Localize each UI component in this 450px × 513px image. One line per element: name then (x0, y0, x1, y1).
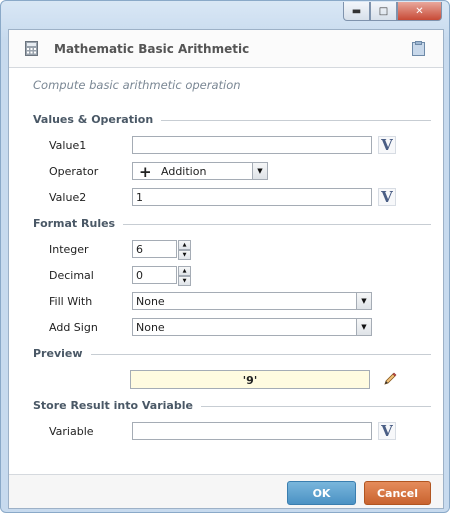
dialog-title: Mathematic Basic Arithmetic (54, 42, 250, 56)
window-frame: ▬ □ ✕ Mathematic Basic Arithmetic Comput… (0, 0, 450, 513)
dropdown-arrow[interactable]: ▼ (356, 319, 371, 335)
integer-input[interactable]: 6 (132, 240, 177, 258)
insert-variable-button[interactable]: V (378, 422, 396, 440)
section-preview: Preview (33, 347, 431, 361)
decimal-label: Decimal (49, 269, 94, 282)
stepper-up-icon[interactable]: ▲ (178, 266, 191, 276)
stepper-down-icon[interactable]: ▼ (178, 250, 191, 260)
fill-with-select[interactable]: None ▼ (132, 292, 372, 310)
stepper-up-icon[interactable]: ▲ (178, 240, 191, 250)
section-title: Preview (33, 347, 91, 360)
integer-stepper[interactable]: ▲ ▼ (178, 240, 191, 260)
minimize-icon: ▬ (351, 5, 362, 17)
dropdown-arrow[interactable]: ▼ (252, 163, 267, 179)
value2-label: Value2 (49, 191, 87, 204)
divider (33, 354, 431, 355)
window-controls: ▬ □ ✕ (343, 2, 442, 21)
preview-output: '9' (130, 370, 370, 389)
value1-label: Value1 (49, 139, 87, 152)
clipboard-icon[interactable] (412, 41, 425, 56)
calculator-icon (25, 41, 38, 56)
section-store-result: Store Result into Variable (33, 399, 431, 413)
plus-icon: + (139, 163, 152, 181)
decimal-input[interactable]: 0 (132, 266, 177, 284)
section-values-operation: Values & Operation (33, 113, 431, 127)
cancel-button[interactable]: Cancel (364, 481, 431, 505)
section-title: Store Result into Variable (33, 399, 201, 412)
dialog-footer: OK Cancel (9, 474, 443, 508)
value1-input[interactable] (132, 136, 372, 154)
integer-label: Integer (49, 243, 89, 256)
dialog-header: Mathematic Basic Arithmetic (9, 30, 443, 68)
variable-label: Variable (49, 425, 94, 438)
close-button[interactable]: ✕ (397, 2, 442, 21)
dialog-description: Compute basic arithmetic operation (33, 78, 241, 92)
operator-select[interactable]: + Addition ▼ (132, 162, 268, 181)
dialog-client: Mathematic Basic Arithmetic Compute basi… (8, 29, 444, 509)
add-sign-select[interactable]: None ▼ (132, 318, 372, 336)
variable-v-icon: V (381, 188, 393, 206)
variable-input[interactable] (132, 422, 372, 440)
minimize-button[interactable]: ▬ (343, 2, 370, 21)
operator-label: Operator (49, 165, 99, 178)
close-icon: ✕ (415, 5, 424, 17)
chevron-down-icon: ▼ (361, 323, 367, 331)
pencil-icon (384, 372, 397, 385)
section-title: Format Rules (33, 217, 124, 230)
add-sign-label: Add Sign (49, 321, 98, 334)
ok-button[interactable]: OK (287, 481, 356, 505)
maximize-button[interactable]: □ (370, 2, 397, 21)
section-format-rules: Format Rules (33, 217, 431, 231)
dropdown-arrow[interactable]: ▼ (356, 293, 371, 309)
value2-input[interactable]: 1 (132, 188, 372, 206)
variable-picker-button[interactable]: V (378, 136, 396, 154)
chevron-down-icon: ▼ (257, 167, 263, 175)
decimal-stepper[interactable]: ▲ ▼ (178, 266, 191, 286)
fill-with-label: Fill With (49, 295, 93, 308)
section-title: Values & Operation (33, 113, 162, 126)
add-sign-value: None (136, 321, 165, 334)
chevron-down-icon: ▼ (361, 297, 367, 305)
maximize-icon: □ (378, 5, 389, 17)
variable-v-icon: V (381, 136, 393, 154)
variable-picker-button[interactable]: V (378, 188, 396, 206)
stepper-down-icon[interactable]: ▼ (178, 276, 191, 286)
operator-value: Addition (161, 165, 207, 178)
fill-with-value: None (136, 295, 165, 308)
edit-preview-button[interactable] (381, 370, 399, 388)
variable-v-icon: V (381, 422, 393, 440)
